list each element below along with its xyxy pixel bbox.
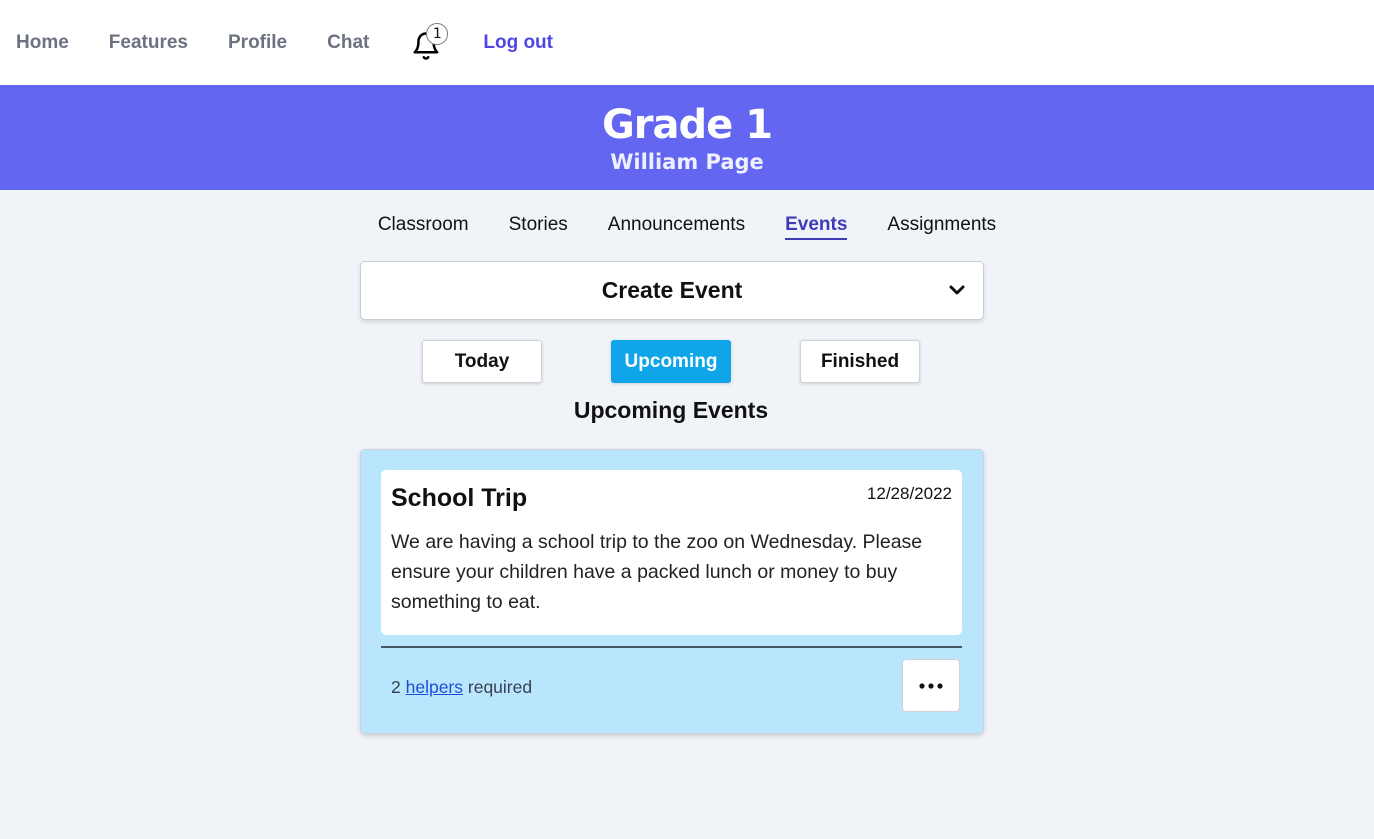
- nav-chat[interactable]: Chat: [327, 32, 369, 54]
- event-description: We are having a school trip to the zoo o…: [391, 531, 923, 613]
- notification-count-badge: 1: [426, 22, 449, 45]
- event-content: School Trip 12/28/2022 We are having a s…: [381, 470, 962, 635]
- event-options-button[interactable]: [902, 659, 960, 712]
- helpers-link[interactable]: helpers: [406, 677, 463, 697]
- teacher-name: William Page: [610, 150, 764, 174]
- tab-events[interactable]: Events: [785, 214, 848, 240]
- filter-finished-button[interactable]: Finished: [800, 340, 920, 383]
- tab-classroom[interactable]: Classroom: [378, 214, 469, 240]
- section-title: Upcoming Events: [573, 397, 769, 423]
- notifications-button[interactable]: 1: [411, 22, 449, 61]
- logout-link[interactable]: Log out: [483, 32, 553, 54]
- chevron-down-icon: [949, 285, 965, 295]
- filter-today-button[interactable]: Today: [422, 340, 542, 383]
- nav-features[interactable]: Features: [109, 32, 188, 54]
- create-event-dropdown[interactable]: Create Event: [360, 261, 984, 320]
- more-horizontal-icon: [919, 682, 943, 689]
- class-tabs: Classroom Stories Announcements Events A…: [0, 214, 1374, 240]
- tab-assignments[interactable]: Assignments: [887, 214, 996, 240]
- nav-home[interactable]: Home: [16, 32, 69, 54]
- helpers-required: 2 helpers required: [391, 677, 532, 698]
- top-nav: Home Features Profile Chat 1 Log out: [0, 0, 1374, 85]
- helpers-count: 2: [391, 677, 401, 697]
- page-title: Grade 1: [601, 102, 773, 148]
- helpers-suffix: required: [467, 677, 533, 697]
- nav-profile[interactable]: Profile: [228, 32, 287, 54]
- filter-upcoming-button[interactable]: Upcoming: [611, 340, 731, 383]
- create-event-label: Create Event: [601, 277, 743, 303]
- event-date: 12/28/2022: [866, 484, 952, 503]
- class-header: Grade 1 William Page: [0, 85, 1374, 190]
- divider: [381, 646, 962, 648]
- tab-stories[interactable]: Stories: [509, 214, 568, 240]
- tab-announcements[interactable]: Announcements: [608, 214, 745, 240]
- event-card: School Trip 12/28/2022 We are having a s…: [360, 449, 984, 734]
